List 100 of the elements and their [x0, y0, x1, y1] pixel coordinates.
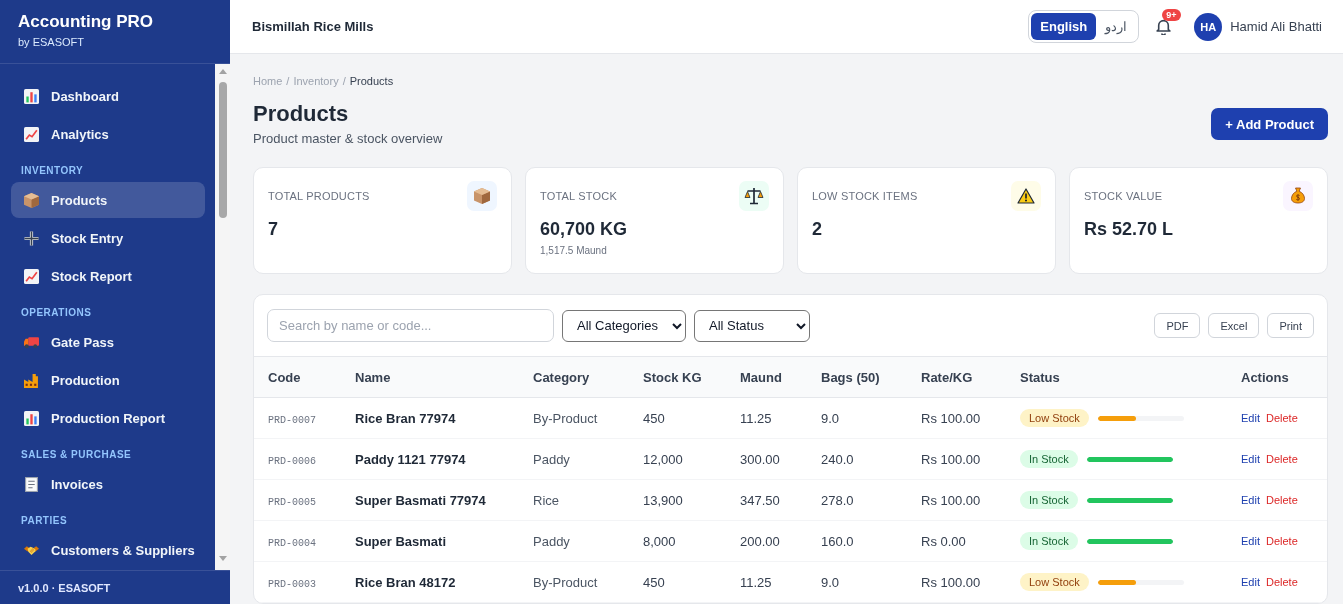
rate-value: Rs 100.00 [921, 410, 981, 426]
stock-status: Low Stock [1020, 409, 1089, 427]
column-header[interactable]: Status [1020, 369, 1060, 385]
nav-section-heading: PARTIES [21, 515, 68, 527]
app-subtitle: by ESASOFT [18, 35, 85, 49]
column-header[interactable]: Name [355, 369, 391, 385]
nav-item[interactable]: Dashboard [11, 78, 205, 114]
nav-item[interactable]: Analytics [11, 116, 205, 152]
user-name[interactable]: Hamid Ali Bhatti [1230, 19, 1322, 34]
stock-kg: 12,000 [643, 451, 683, 467]
nav-item[interactable]: Products [11, 182, 205, 218]
product-code: PRD-0003 [268, 578, 316, 590]
bar-chart-icon [24, 410, 39, 426]
product-category: By-Product [533, 410, 598, 426]
stat-note: 1,517.5 Maund [540, 244, 607, 258]
company-name: Bismillah Rice Mills [252, 19, 374, 34]
stat-value: 2 [812, 218, 822, 241]
edit-link[interactable]: Edit [1241, 535, 1260, 547]
notification-count: 9+ [1162, 8, 1181, 21]
product-name: Super Basmati 77974 [355, 492, 486, 508]
stock-kg: 450 [643, 574, 665, 590]
delete-link[interactable]: Delete [1265, 494, 1298, 506]
nav-item[interactable]: Stock Report [11, 258, 205, 294]
delete-link[interactable]: Delete [1265, 576, 1298, 588]
nav-item[interactable]: Invoices [11, 466, 205, 502]
product-name: Super Basmati [355, 533, 447, 549]
stock-kg: 13,900 [643, 492, 683, 508]
receipt-icon [24, 476, 39, 492]
line-chart-icon [24, 126, 39, 142]
stat-label: STOCK VALUE [1084, 190, 1163, 202]
maund-value: 200.00 [740, 533, 780, 549]
stock-kg: 450 [643, 410, 665, 426]
stat-label: LOW STOCK ITEMS [812, 190, 918, 202]
column-header[interactable]: Code [268, 369, 301, 385]
nav-section-heading: SALES & PURCHASE [21, 449, 132, 461]
product-name: Rice Bran 48172 [355, 574, 456, 590]
stat-label: TOTAL PRODUCTS [268, 190, 370, 202]
language-option[interactable]: English [1031, 13, 1097, 40]
truck-icon [24, 334, 39, 350]
stock-status: In Stock [1020, 532, 1078, 550]
nav-section-heading: INVENTORY [21, 165, 84, 177]
scroll-up-icon[interactable] [218, 69, 227, 74]
export-button[interactable]: PDF [1154, 313, 1201, 338]
edit-link[interactable]: Edit [1241, 412, 1260, 424]
stat-label: TOTAL STOCK [540, 190, 617, 202]
factory-icon [24, 372, 39, 388]
nav-item[interactable]: Production Report [11, 400, 205, 436]
scrollbar[interactable] [215, 64, 230, 570]
breadcrumb-separator: / [286, 74, 290, 88]
scrollbar-thumb[interactable] [218, 82, 227, 218]
rate-value: Rs 0.00 [921, 533, 966, 549]
delete-link[interactable]: Delete [1265, 453, 1298, 465]
product-category: By-Product [533, 574, 598, 590]
edit-link[interactable]: Edit [1241, 494, 1260, 506]
bags-value: 240.0 [821, 451, 854, 467]
bags-value: 9.0 [821, 410, 840, 426]
search-field[interactable]: Search by name or code... [267, 309, 554, 342]
money-bag-icon [1283, 181, 1313, 211]
delete-link[interactable]: Delete [1265, 412, 1298, 424]
page-title: Products [253, 100, 349, 128]
add-product-button[interactable]: + Add Product [1211, 108, 1328, 140]
nav-item[interactable]: Customers & Suppliers [11, 532, 205, 568]
version-label: v1.0.0 · ESASOFT [18, 581, 111, 594]
maund-value: 11.25 [740, 410, 772, 426]
export-button[interactable]: Print [1267, 313, 1314, 338]
delete-link[interactable]: Delete [1265, 535, 1298, 547]
nav-item[interactable]: Production [11, 362, 205, 398]
user-avatar[interactable]: HA [1194, 12, 1223, 41]
product-name: Paddy 1121 77974 [355, 451, 466, 467]
app-title: Accounting PRO [18, 12, 154, 32]
bags-value: 160.0 [821, 533, 854, 549]
bags-value: 9.0 [821, 574, 840, 590]
plus-icon [24, 230, 39, 246]
current-page-label: Products [349, 74, 394, 88]
line-chart-icon [24, 268, 39, 284]
language-option[interactable]: اردو [1096, 13, 1137, 40]
package-icon [24, 192, 39, 208]
notification-bell-icon[interactable] [1156, 18, 1172, 35]
product-code: PRD-0007 [268, 414, 316, 426]
filter-select[interactable]: All Status [694, 309, 810, 342]
nav-item[interactable]: Stock Entry [11, 220, 205, 256]
nav-item[interactable]: Gate Pass [11, 324, 205, 360]
stat-value: 7 [268, 218, 278, 241]
edit-link[interactable]: Edit [1241, 453, 1260, 465]
product-category: Paddy [533, 451, 570, 467]
product-name: Rice Bran 77974 [355, 410, 456, 426]
nav-section-heading: OPERATIONS [21, 307, 92, 319]
product-code: PRD-0006 [268, 455, 316, 467]
filter-select[interactable]: All Categories [562, 309, 686, 342]
scales-icon [739, 181, 769, 211]
stock-status: Low Stock [1020, 573, 1089, 591]
maund-value: 347.50 [740, 492, 780, 508]
edit-link[interactable]: Edit [1241, 576, 1260, 588]
rate-value: Rs 100.00 [921, 451, 981, 467]
scroll-down-icon[interactable] [218, 556, 227, 561]
warning-icon [1011, 181, 1041, 211]
product-code: PRD-0005 [268, 496, 316, 508]
breadcrumb-separator: / [342, 74, 346, 88]
maund-value: 300.00 [740, 451, 780, 467]
export-button[interactable]: Excel [1208, 313, 1260, 338]
